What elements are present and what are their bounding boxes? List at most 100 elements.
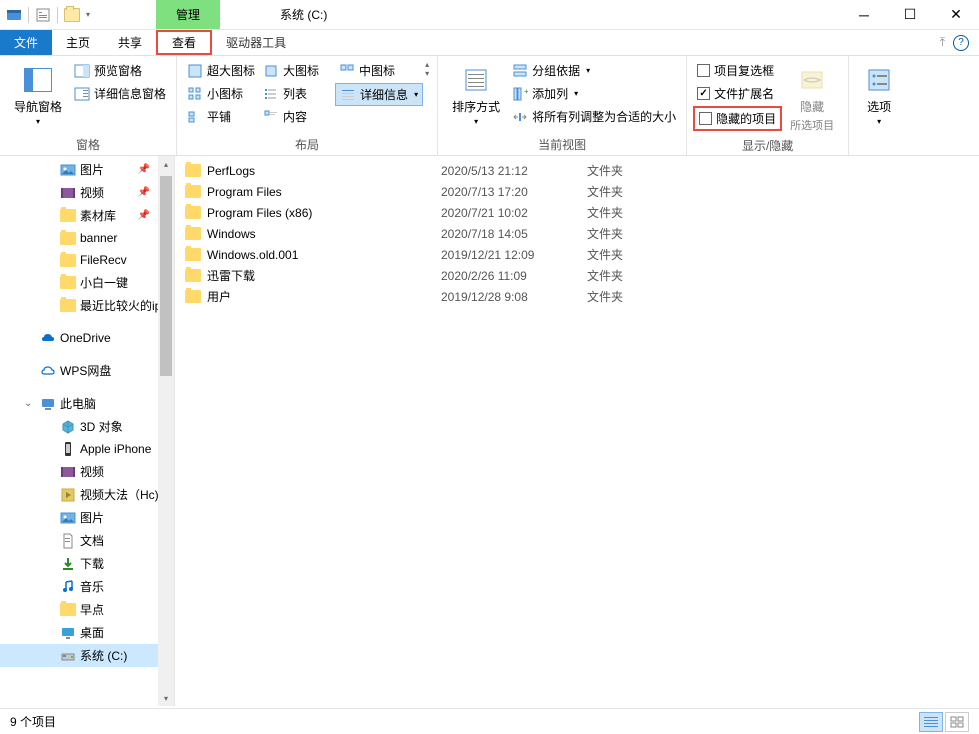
layout-content-button[interactable]: 内容 — [259, 106, 335, 127]
tree-item[interactable]: banner — [0, 227, 174, 249]
file-type: 文件夹 — [587, 204, 667, 221]
tab-drive-tools[interactable]: 驱动器工具 — [212, 30, 300, 55]
sidebar-scrollbar[interactable]: ▴ ▾ — [158, 156, 174, 706]
file-row[interactable]: 迅雷下载2020/2/26 11:09文件夹 — [185, 265, 969, 286]
file-name-label: Program Files (x86) — [207, 206, 312, 220]
maximize-button[interactable]: ☐ — [887, 0, 933, 30]
options-button[interactable]: 选项 ▾ — [855, 60, 903, 130]
size-columns-button[interactable]: 将所有列调整为合适的大小 — [508, 106, 680, 127]
file-row[interactable]: 用户2019/12/28 9:08文件夹 — [185, 286, 969, 307]
file-row[interactable]: Windows.old.0012019/12/21 12:09文件夹 — [185, 244, 969, 265]
navigation-tree: 图片📌视频📌素材库📌 banner FileRecv 小白一键最近比较火的ipl One… — [0, 156, 175, 706]
properties-icon[interactable] — [35, 7, 51, 23]
navigation-pane-label: 导航窗格 — [14, 98, 62, 115]
navigation-pane-button[interactable]: 导航窗格 ▾ — [6, 60, 70, 130]
tree-item-label: 视频大法（Hc) — [80, 486, 159, 503]
tree-item[interactable]: 视频📌 — [0, 181, 174, 204]
tree-item-label: 小白一键 — [80, 274, 128, 291]
file-date: 2020/7/18 14:05 — [441, 227, 581, 241]
scrollbar-thumb[interactable] — [160, 176, 172, 376]
layout-extra-large-button[interactable]: 超大图标 — [183, 60, 259, 81]
layout-details-button[interactable]: 详细信息▾ — [335, 83, 423, 106]
ribbon-group-options: 选项 ▾ — [849, 56, 909, 155]
folder-icon — [185, 247, 201, 263]
folder-icon — [60, 230, 76, 246]
file-extensions-checkbox[interactable]: 文件扩展名 — [693, 83, 782, 104]
folder-icon — [185, 184, 201, 200]
file-date: 2020/7/13 17:20 — [441, 185, 581, 199]
tree-item[interactable]: 音乐 — [0, 575, 174, 598]
thumbnails-view-button[interactable] — [945, 712, 969, 732]
ribbon-group-panes-label: 窗格 — [6, 136, 170, 155]
tree-item-label: 视频 — [80, 463, 104, 480]
folder-icon — [60, 275, 76, 291]
small-icons-icon — [187, 86, 203, 102]
tab-home[interactable]: 主页 — [52, 30, 104, 55]
list-icon — [263, 86, 279, 102]
large-icons-icon — [263, 63, 279, 79]
tree-item[interactable]: WPS网盘 — [0, 359, 174, 382]
tree-item[interactable]: 素材库📌 — [0, 204, 174, 227]
file-type: 文件夹 — [587, 183, 667, 200]
details-pane-button[interactable]: 详细信息窗格 — [70, 83, 170, 104]
tab-file[interactable]: 文件 — [0, 30, 52, 55]
sort-by-button[interactable]: 排序方式 ▾ — [444, 60, 508, 130]
tree-item[interactable]: 桌面 — [0, 621, 174, 644]
tab-view[interactable]: 查看 — [156, 30, 212, 55]
hide-icon — [796, 64, 828, 96]
layout-tiles-button[interactable]: 平铺 — [183, 106, 259, 127]
tree-item[interactable]: 系统 (C:) — [0, 644, 174, 667]
tree-item[interactable]: FileRecv — [0, 249, 174, 271]
file-name-label: PerfLogs — [207, 164, 255, 178]
folder-icon — [185, 226, 201, 242]
preview-pane-button[interactable]: 预览窗格 — [70, 60, 170, 81]
layout-more-icon[interactable]: ▴▾ — [425, 60, 429, 78]
tree-item[interactable]: Apple iPhone — [0, 438, 174, 460]
extra-large-icons-icon — [187, 63, 203, 79]
details-view-button[interactable] — [919, 712, 943, 732]
qat-dropdown-icon[interactable]: ▾ — [86, 10, 90, 19]
layout-list-button[interactable]: 列表 — [259, 83, 335, 104]
group-by-icon — [512, 63, 528, 79]
tree-item[interactable]: OneDrive — [0, 327, 174, 349]
tree-item-label: 桌面 — [80, 624, 104, 641]
scroll-up-icon[interactable]: ▴ — [158, 156, 174, 172]
file-name-label: Windows.old.001 — [207, 248, 298, 262]
tree-item[interactable]: 视频 — [0, 460, 174, 483]
file-row[interactable]: Windows2020/7/18 14:05文件夹 — [185, 223, 969, 244]
help-icon[interactable]: ? — [953, 35, 969, 51]
file-row[interactable]: PerfLogs2020/5/13 21:12文件夹 — [185, 160, 969, 181]
tree-item[interactable]: 视频大法（Hc) — [0, 483, 174, 506]
tree-item[interactable]: 小白一键 — [0, 271, 174, 294]
group-by-button[interactable]: 分组依据▾ — [508, 60, 680, 81]
video-icon — [60, 464, 76, 480]
tree-caret-icon[interactable]: ⌄ — [24, 398, 36, 409]
tree-item[interactable]: 下载 — [0, 552, 174, 575]
scroll-down-icon[interactable]: ▾ — [158, 690, 174, 706]
item-checkboxes-checkbox[interactable]: 项目复选框 — [693, 60, 782, 81]
file-row[interactable]: Program Files (x86)2020/7/21 10:02文件夹 — [185, 202, 969, 223]
tree-item[interactable]: 早点 — [0, 598, 174, 621]
hidden-items-checkbox[interactable]: 隐藏的项目 — [693, 106, 782, 131]
file-name-label: Windows — [207, 227, 256, 241]
tree-item[interactable]: 图片📌 — [0, 158, 174, 181]
close-button[interactable]: ✕ — [933, 0, 979, 30]
layout-small-button[interactable]: 小图标 — [183, 83, 259, 104]
layout-medium-button[interactable]: 中图标 — [335, 60, 423, 81]
minimize-button[interactable]: ─ — [841, 0, 887, 30]
tree-item[interactable]: 3D 对象 — [0, 415, 174, 438]
checkbox-icon — [699, 112, 712, 125]
add-columns-button[interactable]: +添加列▾ — [508, 83, 680, 104]
file-row[interactable]: Program Files2020/7/13 17:20文件夹 — [185, 181, 969, 202]
layout-large-button[interactable]: 大图标 — [259, 60, 335, 81]
tree-item[interactable]: ⌄此电脑 — [0, 392, 174, 415]
drive-icon — [60, 648, 76, 664]
tree-item[interactable]: 图片 — [0, 506, 174, 529]
qat-folder-icon[interactable] — [64, 7, 80, 23]
ribbon-group-show-hide-label: 显示/隐藏 — [693, 137, 842, 156]
tree-item-label: banner — [80, 231, 117, 245]
tree-item[interactable]: 文档 — [0, 529, 174, 552]
pin-ribbon-icon[interactable]: ⤒ — [940, 35, 945, 50]
tab-share[interactable]: 共享 — [104, 30, 156, 55]
tree-item[interactable]: 最近比较火的ipl — [0, 294, 174, 317]
